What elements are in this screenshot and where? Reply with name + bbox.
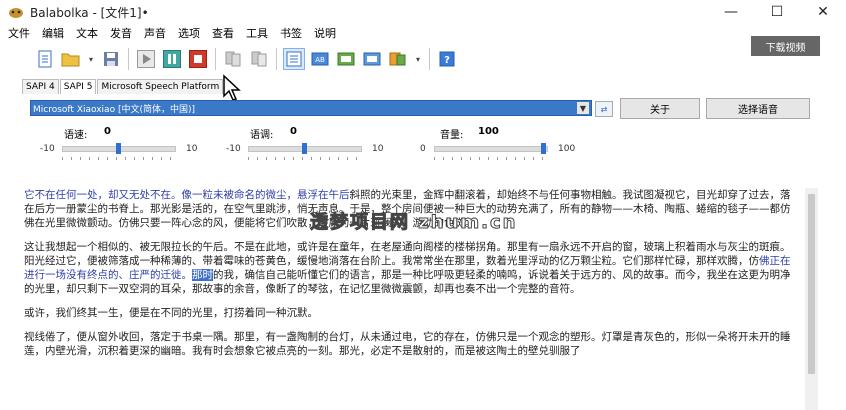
play-icon[interactable] — [135, 48, 157, 70]
svg-text:AB: AB — [315, 56, 325, 64]
tab-sapi4[interactable]: SAPI 4 — [22, 79, 59, 94]
scrollbar-thumb[interactable] — [808, 194, 815, 374]
menu-bar: 文件 编辑 文本 发音 声音 选项 查看 工具 书签 说明 — [0, 24, 700, 42]
speech-icon[interactable] — [335, 48, 357, 70]
voice-selected-value: Microsoft Xiaoxiao [中文(简体，中国)] — [33, 104, 195, 115]
menu-tools[interactable]: 工具 — [246, 25, 268, 41]
paragraph-4: 视线倦了，便从窗外收回，落定于书桌一隅。那里，有一盏陶制的台灯，从未通过电，它的… — [24, 331, 791, 357]
new-file-icon[interactable] — [34, 48, 56, 70]
pause-icon[interactable] — [161, 48, 183, 70]
rate-slider-thumb[interactable] — [115, 143, 121, 154]
tab-sapi5[interactable]: SAPI 5 — [59, 79, 97, 94]
minimize-button[interactable]: — — [708, 0, 754, 24]
window-title: Balabolka - [文件1]• — [30, 5, 149, 20]
volume-ticks — [434, 157, 546, 160]
dictionary-icon[interactable]: AB — [309, 48, 331, 70]
engine-tabs: SAPI 4 SAPI 5 Microsoft Speech Platform — [22, 78, 224, 94]
menu-edit[interactable]: 编辑 — [42, 25, 64, 41]
rate-max: 10 — [186, 144, 198, 154]
current-word: 那时 — [192, 269, 213, 281]
voice-test-icon[interactable]: ⇄ — [595, 101, 613, 117]
menu-text[interactable]: 文本 — [76, 25, 98, 41]
volume-max: 100 — [558, 144, 576, 154]
voice-icon[interactable] — [387, 48, 409, 70]
paragraph-text: 这让我想起一个相似的、被无限拉长的午后。不是在此地，或许是在童年，在老屋通向阁楼… — [24, 241, 791, 267]
rate-min: -10 — [40, 144, 55, 154]
svg-text:?: ? — [444, 55, 450, 66]
tab-speech-platform[interactable]: Microsoft Speech Platform — [97, 79, 224, 94]
menu-bookmarks[interactable]: 书签 — [280, 25, 302, 41]
toolbar: ▾ AB ▾ ? — [0, 42, 560, 76]
folder-dropdown-icon[interactable]: ▾ — [86, 48, 96, 70]
convert-icon[interactable] — [361, 48, 383, 70]
pitch-max: 10 — [372, 144, 384, 154]
pitch-label: 语调: — [250, 130, 274, 141]
voice-select[interactable]: Microsoft Xiaoxiao [中文(简体，中国)] ▼ — [30, 100, 592, 116]
volume-slider[interactable] — [434, 146, 548, 152]
chevron-down-icon[interactable]: ▼ — [577, 102, 589, 114]
paragraph-2: 这让我想起一个相似的、被无限拉长的午后。不是在此地，或许是在童年，在老屋通向阁楼… — [24, 240, 798, 296]
pitch-slider-thumb[interactable] — [301, 143, 307, 154]
maximize-button[interactable]: ☐ — [754, 0, 800, 24]
menu-sound[interactable]: 声音 — [144, 25, 166, 41]
about-button[interactable]: 关于 — [620, 98, 700, 119]
menu-file[interactable]: 文件 — [8, 25, 30, 41]
stop-icon[interactable] — [187, 48, 209, 70]
read-clipboard-icon[interactable] — [222, 48, 244, 70]
download-video-button[interactable]: 下载视频 — [751, 36, 820, 56]
rate-value: 0 — [104, 126, 111, 137]
rate-ticks — [62, 157, 174, 160]
paragraph-3: 或许，我们终其一生，便是在不同的光里，打捞着同一种沉默。 — [24, 307, 318, 319]
toolbar-separator — [276, 48, 277, 70]
help-icon[interactable]: ? — [436, 48, 458, 70]
spoken-text: 像一粒未被命名的微尘，悬浮在午后 — [181, 189, 350, 201]
vertical-scrollbar[interactable] — [805, 188, 818, 410]
pitch-value: 0 — [290, 126, 297, 137]
menu-view[interactable]: 查看 — [212, 25, 234, 41]
voice-row: Microsoft Xiaoxiao [中文(简体，中国)] ▼ ⇄ 关于 选择… — [30, 98, 810, 120]
save-icon[interactable] — [100, 48, 122, 70]
toolbar-separator — [429, 48, 430, 70]
choose-voice-button[interactable]: 选择语音 — [706, 98, 810, 119]
volume-value: 100 — [478, 126, 499, 137]
rate-label: 语速: — [64, 130, 88, 141]
toolbar-separator — [128, 48, 129, 70]
toolbar-separator — [215, 48, 216, 70]
watermark: 透梦项目网 zhum.cn — [309, 212, 518, 234]
menu-help[interactable]: 说明 — [314, 25, 336, 41]
volume-slider-thumb[interactable] — [541, 143, 546, 154]
menu-options[interactable]: 选项 — [178, 25, 200, 41]
open-folder-icon[interactable] — [60, 48, 82, 70]
close-button[interactable]: ✕ — [800, 0, 846, 24]
volume-label: 音量: — [440, 130, 464, 141]
volume-min: 0 — [420, 144, 426, 154]
pitch-ticks — [248, 157, 360, 160]
settings-icon[interactable] — [283, 48, 305, 70]
title-bar: Balabolka - [文件1]• — ☐ ✕ — [0, 0, 846, 24]
spoken-text: 它不在任何一处，却又无处不在。 — [24, 189, 182, 201]
voice-dropdown-icon[interactable]: ▾ — [413, 48, 423, 70]
menu-pronunciation[interactable]: 发音 — [110, 25, 132, 41]
read-file-icon[interactable] — [248, 48, 270, 70]
pitch-min: -10 — [226, 144, 241, 154]
app-icon — [8, 5, 24, 19]
